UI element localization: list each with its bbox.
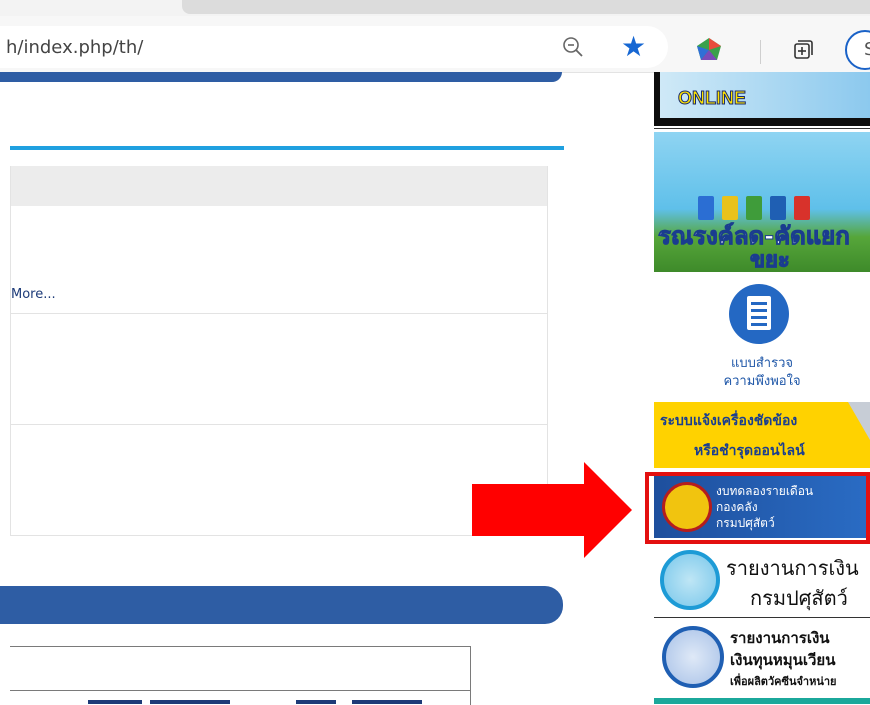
profile-initial: S [864, 39, 870, 60]
row-separator [11, 535, 547, 536]
toolbar-divider [760, 40, 761, 64]
repair-report-banner[interactable]: ระบบแจ้งเครื่องชัดข้อง หรือชำรุดออนไลน์ [654, 402, 870, 468]
url-text[interactable]: h/index.php/th/ [6, 37, 143, 58]
waste-banner-subtitle: ขยะ [750, 248, 791, 273]
table-row-text-fragment [88, 700, 142, 704]
finance-label-line1: รายงานการเงิน [726, 556, 859, 580]
revolving-fund-banner[interactable]: รายงานการเงิน เงินทุนหมุนเวียน เพื่อผลิต… [654, 620, 870, 696]
fund-label-line3: เพื่อผลิตวัคซีนจำหน่าย [730, 675, 837, 688]
next-banner-edge[interactable] [654, 698, 870, 704]
highlight-box [645, 472, 870, 544]
online-banner-label: ONLINE [677, 88, 747, 109]
active-tab-edge[interactable] [182, 0, 870, 14]
waste-sorting-banner[interactable]: รณรงค์ลด-คัดแยก ขยะ [654, 132, 870, 272]
section-header-bar [0, 586, 563, 624]
row-separator [11, 313, 547, 314]
table-row-text-fragment [150, 700, 230, 704]
extension-icon[interactable] [695, 36, 723, 62]
content-table [10, 646, 471, 705]
sidebar-banners: ONLINE รณรงค์ลด-คัดแยก ขยะ แบบสำรวจ ความ… [654, 72, 870, 704]
fund-label-line1: รายงานการเงิน [730, 629, 830, 647]
document-icon [747, 296, 771, 330]
row-separator [11, 424, 547, 425]
browser-toolbar: h/index.php/th/ ★ S [0, 16, 870, 73]
profile-icon[interactable]: S [845, 30, 870, 70]
repair-label-line1: ระบบแจ้งเครื่องชัดข้อง [660, 413, 798, 429]
banner-divider [654, 617, 870, 618]
department-seal-icon [662, 626, 724, 688]
financial-report-banner[interactable]: รายงานการเงิน กรมปศุสัตว์ [654, 546, 870, 614]
news-panel: More... [10, 166, 548, 536]
zoom-out-icon[interactable] [560, 34, 586, 60]
address-bar[interactable]: h/index.php/th/ ★ [0, 26, 668, 68]
favorite-star-icon[interactable]: ★ [621, 29, 646, 65]
section-rule [10, 146, 564, 150]
table-row-text-fragment [352, 700, 422, 704]
repair-label-line2: หรือชำรุดออนไลน์ [694, 443, 805, 459]
panel-header [11, 166, 547, 206]
survey-label-line2: ความพึงพอใจ [723, 374, 801, 389]
satisfaction-survey-banner[interactable]: แบบสำรวจ ความพึงพอใจ [654, 278, 870, 396]
banner-divider [654, 128, 870, 129]
tab-strip [0, 0, 870, 16]
table-row-text-fragment [296, 700, 336, 704]
fund-label-line2: เงินทุนหมุนเวียน [730, 651, 836, 669]
department-seal-icon [660, 550, 720, 610]
read-more-link[interactable]: More... [11, 287, 56, 302]
online-service-banner[interactable]: ONLINE [654, 72, 870, 126]
pointer-arrow-icon [472, 462, 632, 558]
table-divider [10, 690, 470, 691]
collections-icon[interactable] [791, 38, 815, 62]
top-blue-bar [0, 72, 562, 82]
page-curl-icon [848, 402, 870, 440]
finance-label-line2: กรมปศุสัตว์ [750, 586, 848, 610]
